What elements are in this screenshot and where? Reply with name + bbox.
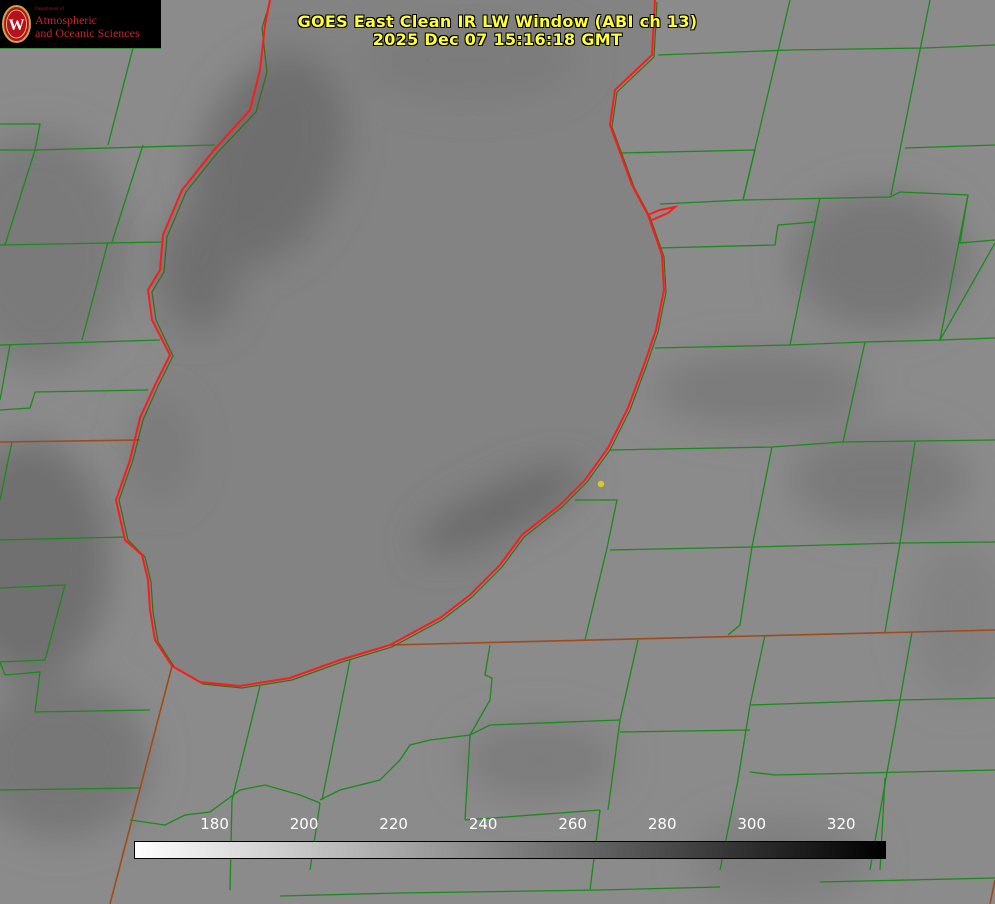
satellite-map: [0, 0, 995, 904]
colorbar-tick-200: 200: [289, 815, 319, 833]
product-title: GOES East Clean IR LW Window (ABI ch 13): [297, 12, 698, 31]
colorbar: [134, 841, 886, 859]
colorbar-tick-300: 300: [737, 815, 767, 833]
colorbar-tick-240: 240: [468, 815, 498, 833]
colorbar-tick-280: 280: [647, 815, 677, 833]
timestamp: 2025 Dec 07 15:16:18 GMT: [372, 30, 623, 49]
colorbar-tick-180: 180: [200, 815, 229, 833]
location-marker: [597, 480, 605, 488]
colorbar-tick-320: 320: [826, 815, 856, 833]
colorbar-tick-220: 220: [379, 815, 408, 833]
colorbar-tick-260: 260: [558, 815, 587, 833]
